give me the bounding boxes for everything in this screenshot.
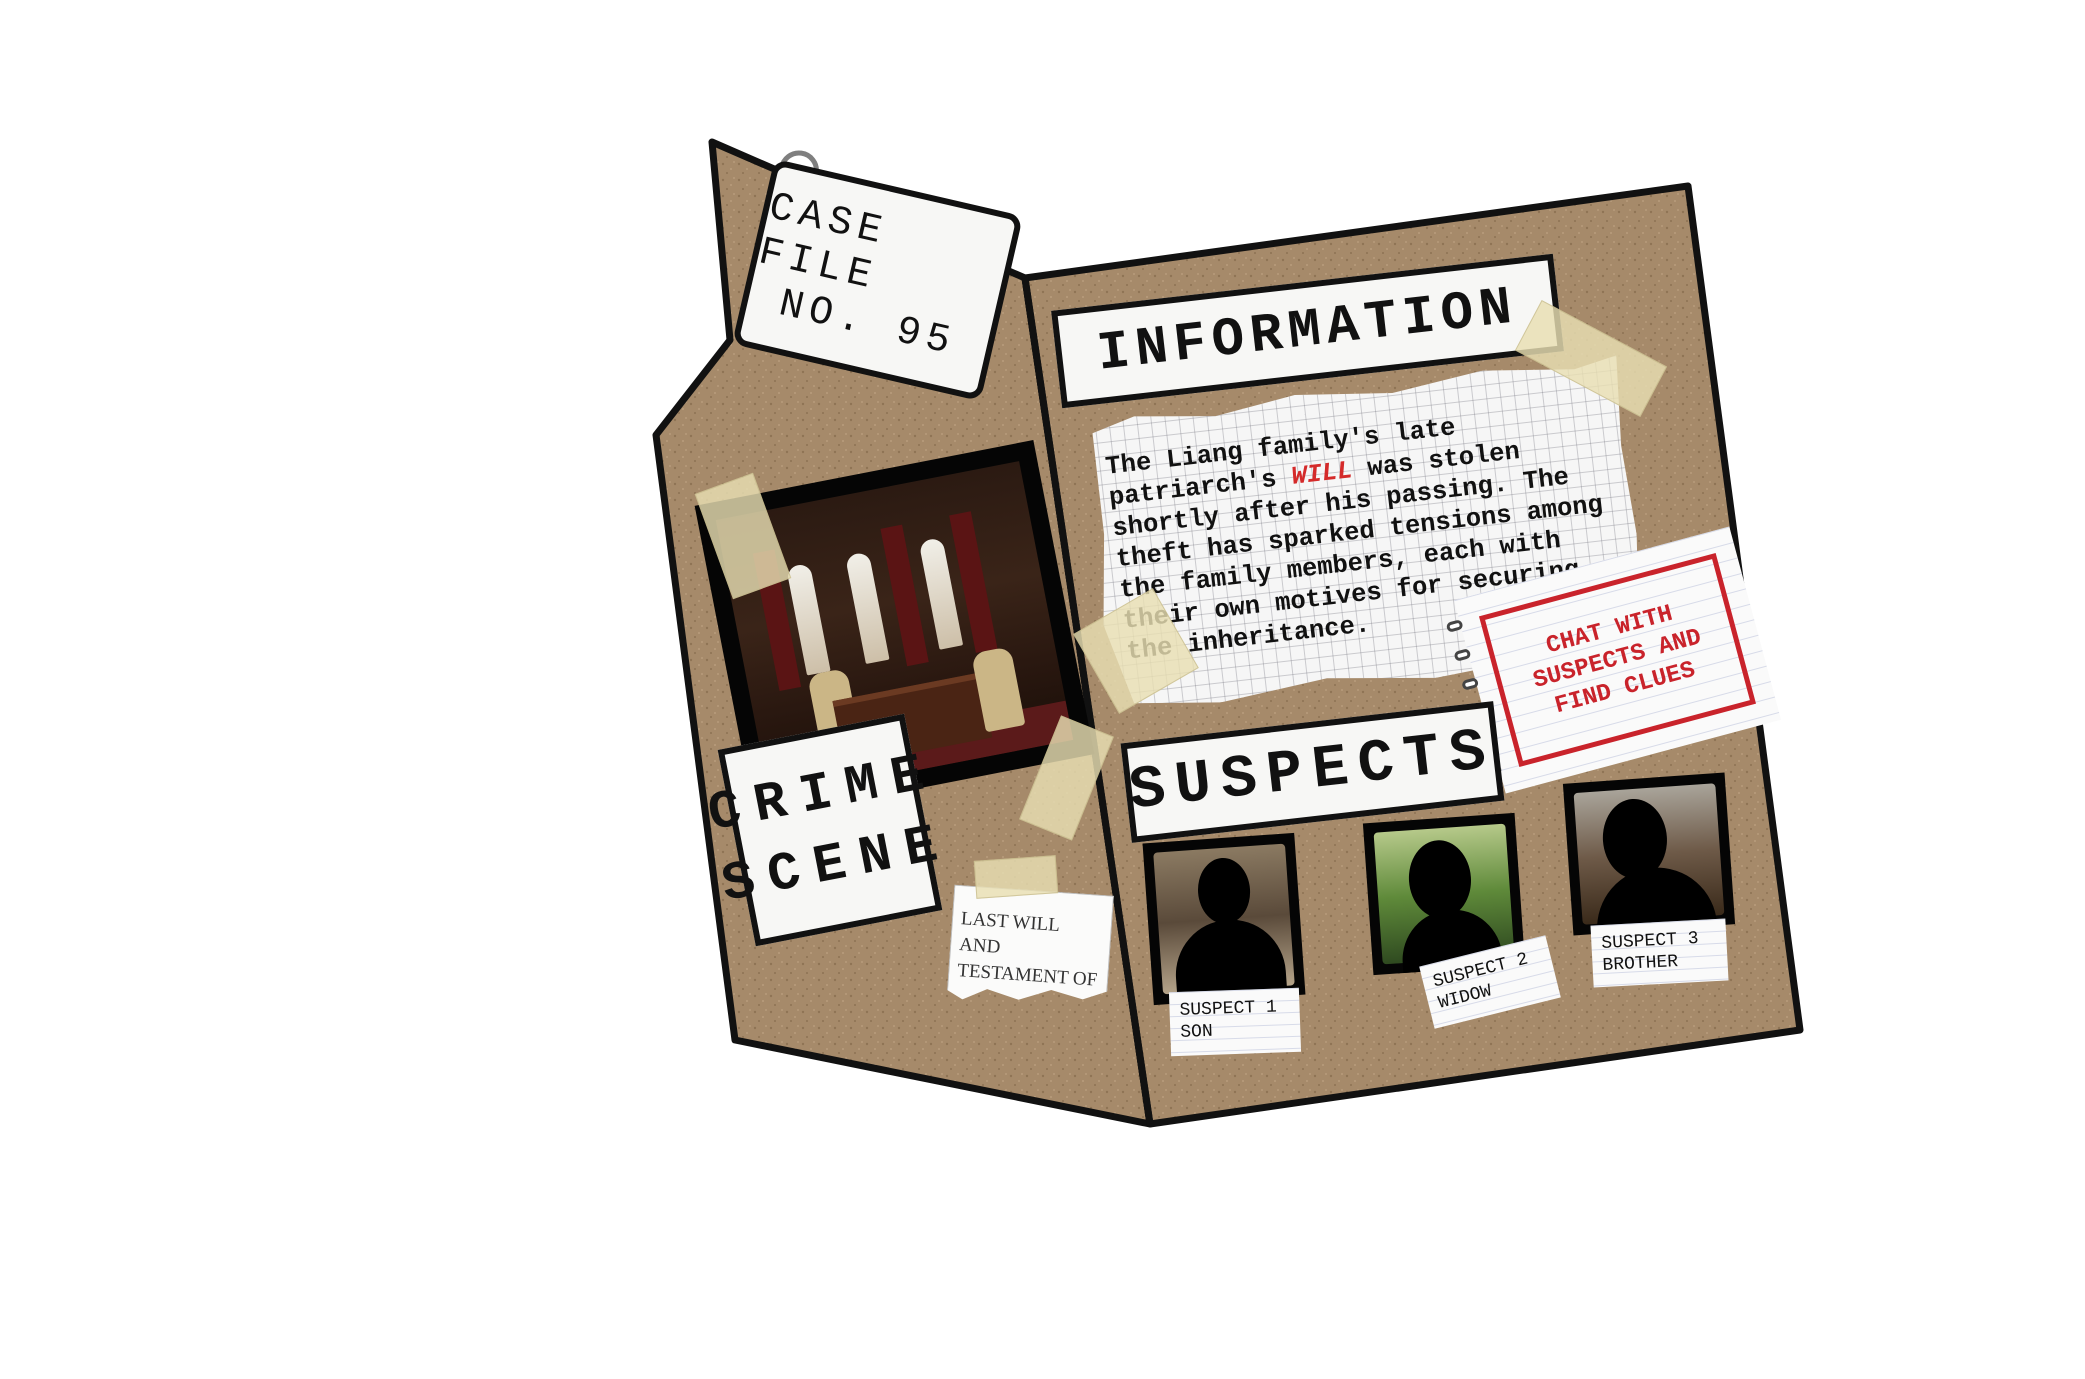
- suspect-1-role: SON: [1179, 1021, 1214, 1043]
- information-highlight-will: WILL: [1290, 456, 1355, 492]
- suspect-1-label: SUSPECT 1: [1179, 997, 1278, 1021]
- window-shape: [844, 551, 890, 665]
- chat-note-frame: CHAT WITH SUSPECTS AND FIND CLUES: [1478, 552, 1757, 768]
- suspect-card-3[interactable]: [1562, 772, 1736, 936]
- suspect-3-role: BROTHER: [1602, 952, 1679, 976]
- crime-scene-label: CRIME SCENE: [703, 713, 956, 947]
- case-file-screen: CASE FILE NO. 95 CRIME SCENE LAST WILL A…: [0, 0, 2085, 1379]
- suspect-3-tag: SUSPECT 3 BROTHER: [1590, 918, 1729, 988]
- tape-piece: [973, 855, 1059, 899]
- suspect-1-tag: SUSPECT 1 SON: [1168, 987, 1302, 1057]
- suspect-card-1[interactable]: [1142, 832, 1306, 1006]
